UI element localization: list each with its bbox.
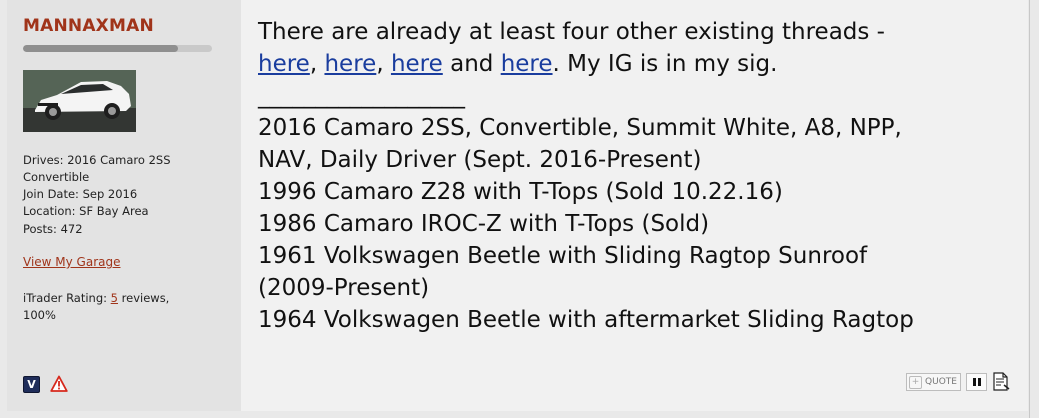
signature-line: (2009-Present) [258, 275, 430, 301]
itrader-percent: 100% [23, 308, 56, 322]
avatar[interactable] [23, 70, 136, 132]
post-line-2: here, here, here and here. My IG is in m… [258, 48, 1018, 80]
pause-icon[interactable] [966, 373, 987, 391]
post-content: There are already at least four other ex… [241, 0, 1028, 411]
location-info: Location: SF Bay Area [23, 203, 149, 220]
reputation-bar-fill [23, 45, 178, 52]
posts-value: 472 [60, 222, 83, 236]
join-label: Join Date: [23, 187, 79, 201]
signature-line: 1986 Camaro IROC-Z with T-Tops (Sold) [258, 211, 710, 237]
thread-link-2[interactable]: here [324, 51, 376, 77]
post-line-2-tail: . My IG is in my sig. [552, 51, 778, 77]
thread-link-3[interactable]: here [391, 51, 443, 77]
drives-info: Drives: 2016 Camaro 2SS Convertible [23, 152, 171, 186]
itrader-rating: iTrader Rating: 5 reviews, 100% [23, 290, 223, 324]
posts-label: Posts: [23, 222, 57, 236]
post-actions: + QUOTE [906, 372, 1010, 392]
signature-line: 1961 Volkswagen Beetle with Sliding Ragt… [258, 243, 868, 269]
comma-separator: , [309, 51, 318, 77]
drives-label: Drives: [23, 153, 64, 167]
signature-line: 1964 Volkswagen Beetle with aftermarket … [258, 307, 914, 333]
report-warning-icon[interactable] [50, 375, 68, 393]
drives-value-continued: Convertible [23, 170, 90, 184]
view-garage-link[interactable]: View My Garage [23, 255, 121, 269]
signature-line: 1996 Camaro Z28 with T-Tops (Sold 10.22.… [258, 179, 783, 205]
signature-line: 2016 Camaro 2SS, Convertible, Summit Whi… [258, 115, 902, 141]
username[interactable]: MANNAXMAN [23, 16, 154, 36]
comma-separator: , [376, 51, 384, 77]
and-word: and [450, 51, 494, 77]
location-value: SF Bay Area [79, 204, 149, 218]
itrader-reviews: reviews, [121, 291, 170, 305]
reputation-bar [23, 45, 212, 52]
posts-info: Posts: 472 [23, 221, 83, 238]
report-icon[interactable] [992, 372, 1010, 392]
quote-button[interactable]: + QUOTE [906, 373, 961, 391]
post-line-1: There are already at least four other ex… [258, 19, 885, 45]
multi-quote-icon[interactable]: + [909, 375, 923, 389]
post-container: MANNAXMAN Drives: 2016 Camaro 2SS Conver… [0, 0, 1030, 418]
user-sidebar: MANNAXMAN Drives: 2016 Camaro 2SS Conver… [7, 0, 241, 411]
drives-value: 2016 Camaro 2SS [67, 153, 171, 167]
itrader-label: iTrader Rating: [23, 291, 108, 305]
quote-label: QUOTE [925, 377, 957, 387]
verified-badge-icon[interactable]: V [23, 376, 40, 393]
signature-line: NAV, Daily Driver (Sept. 2016-Present) [258, 147, 702, 173]
join-date-info: Join Date: Sep 2016 [23, 186, 137, 203]
location-label: Location: [23, 204, 76, 218]
thread-link-4[interactable]: here [501, 51, 553, 77]
itrader-count-link[interactable]: 5 [111, 291, 118, 305]
signature-divider: __________________ [258, 83, 465, 109]
join-value: Sep 2016 [82, 187, 138, 201]
signature: 2016 Camaro 2SS, Convertible, Summit Whi… [258, 112, 1018, 336]
thread-link-1[interactable]: here [258, 51, 310, 77]
post-body: There are already at least four other ex… [258, 16, 1018, 336]
